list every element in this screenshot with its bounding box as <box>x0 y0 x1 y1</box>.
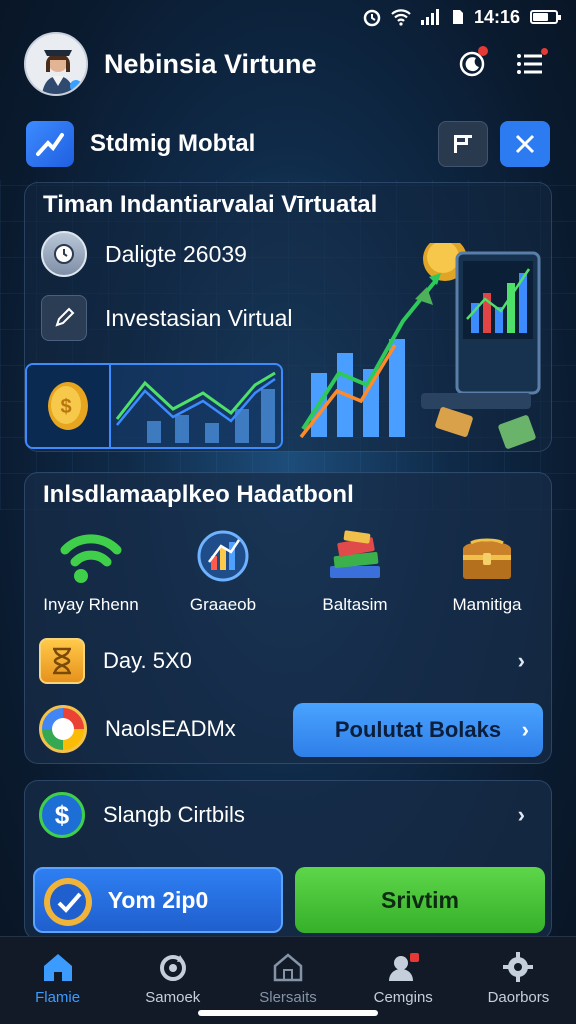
alarm-icon <box>363 9 381 27</box>
nav-label: Daorbors <box>487 989 550 1006</box>
badge-check-icon <box>44 878 92 926</box>
quick-action[interactable]: Graaeob <box>163 523 283 615</box>
card-title: Timan Indantiarvalai Vīrtuatal <box>43 191 378 218</box>
wifi-icon <box>56 523 126 589</box>
gear-icon <box>503 952 534 982</box>
flag-icon <box>454 135 472 153</box>
notification-dot <box>478 46 488 56</box>
wifi-status-icon <box>391 9 411 26</box>
nav-label: Cemgins <box>373 989 433 1006</box>
app-title: Nebinsia Virtune <box>104 48 317 79</box>
home-icon <box>43 954 72 981</box>
quick-action-label: Inyay Rhenn <box>43 595 139 614</box>
nav-label: Slersaits <box>259 989 317 1006</box>
stat-label: Daligte 26039 <box>105 240 247 267</box>
house-outline-icon <box>273 953 303 982</box>
quick-action-label: Baltasim <box>322 595 388 614</box>
treasure-chest-icon <box>452 523 522 589</box>
status-time: 14:16 <box>473 6 520 27</box>
avatar[interactable] <box>24 32 88 96</box>
investment-card: Timan Indantiarvalai Vīrtuatal Daligte 2… <box>24 182 552 452</box>
quick-action-label: Graaeob <box>189 595 257 614</box>
chevron-right-icon: › <box>517 648 525 673</box>
app-header: Nebinsia Virtune <box>24 28 552 100</box>
menu-dot <box>541 48 548 55</box>
nav-home[interactable]: Flamie <box>0 937 115 1024</box>
pin-button[interactable] <box>438 121 488 167</box>
quick-actions: Inyay Rhenn Graaeob Baltasim Mamitiga <box>25 523 553 615</box>
chart-circle-icon <box>188 523 258 589</box>
features-card: Inlsdlamaaplkeo Hadatbonl Inyay Rhenn Gr… <box>24 472 552 764</box>
day-row[interactable]: Day. 5X0 › <box>39 633 539 689</box>
menu-button[interactable] <box>508 42 552 86</box>
sim-icon <box>452 10 463 24</box>
home-indicator[interactable] <box>198 1010 378 1016</box>
investment-illustration <box>299 243 541 449</box>
quick-action-label: Mamitiga <box>452 595 522 614</box>
quick-action[interactable]: Inyay Rhenn <box>31 523 151 615</box>
books-icon <box>320 523 390 589</box>
hourglass-icon <box>39 638 85 684</box>
dollar-icon: $ <box>39 792 85 838</box>
svg-text:$: $ <box>60 396 71 418</box>
primary-action-label: Yom 2ip0 <box>107 886 209 913</box>
secondary-action-button[interactable]: Srivtim <box>295 867 545 933</box>
nav-label: Samoek <box>145 989 201 1006</box>
status-icons <box>362 7 442 27</box>
user-badge-icon <box>389 953 420 981</box>
close-icon <box>515 134 535 154</box>
google-row-label: NaolsEADMx <box>105 716 236 741</box>
pencil-icon <box>41 295 87 341</box>
dollar-row-label: Slangb Cirtbils <box>103 802 245 827</box>
coin-icon: $ <box>27 365 111 447</box>
google-icon <box>39 705 87 753</box>
close-button[interactable] <box>500 121 550 167</box>
trend-badge-icon <box>26 121 74 167</box>
menu-icon <box>517 54 542 74</box>
virtual-investment-label: Investasian Virtual <box>105 304 293 331</box>
quick-action[interactable]: Baltasim <box>295 523 415 615</box>
primary-action-button[interactable]: Yom 2ip0 <box>33 867 283 933</box>
secondary-action-label: Srivtim <box>381 886 459 913</box>
card-title: Inlsdlamaaplkeo Hadatbonl <box>43 481 354 508</box>
stat-row[interactable]: Daligte 26039 <box>41 231 247 277</box>
clock-badge-icon <box>41 231 87 277</box>
mini-chart-panel[interactable]: $ <box>25 363 283 449</box>
refresh-icon <box>159 955 186 981</box>
dollar-row[interactable]: $ Slangb Cirtbils › <box>39 787 539 843</box>
virtual-investment-row[interactable]: Investasian Virtual <box>41 295 293 341</box>
chevron-right-icon: › <box>521 717 529 742</box>
chevron-right-icon: › <box>517 802 525 827</box>
nav-settings[interactable]: Daorbors <box>461 937 576 1024</box>
battery-icon <box>530 10 561 24</box>
notifications-button[interactable] <box>450 42 494 86</box>
actions-card: $ Slangb Cirtbils › Yom 2ip0 Srivtim <box>24 780 552 940</box>
day-label: Day. 5X0 <box>103 648 192 673</box>
cta-button[interactable]: Poulutat Bolaks › <box>293 703 543 757</box>
nav-label: Flamie <box>35 989 81 1006</box>
section-header: Stdmig Mobtal <box>26 120 550 168</box>
signal-icon <box>420 9 439 25</box>
quick-action[interactable]: Mamitiga <box>427 523 547 615</box>
section-title: Stdmig Mobtal <box>90 130 256 157</box>
google-row[interactable]: NaolsEADMx <box>39 701 289 757</box>
line-chart-graphic <box>115 371 276 443</box>
cta-label: Poulutat Bolaks <box>334 717 502 742</box>
